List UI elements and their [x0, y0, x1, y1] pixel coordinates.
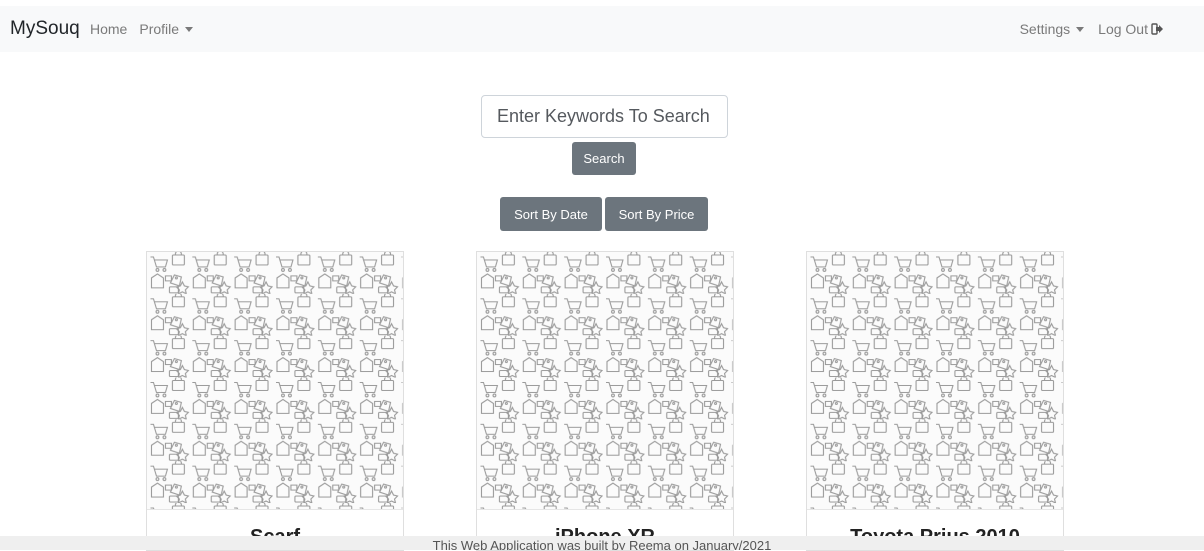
search-input[interactable] — [481, 95, 728, 138]
nav-logout-label: Log Out — [1098, 21, 1148, 37]
shopping-pattern-image[interactable] — [807, 252, 1063, 510]
nav-logout-link[interactable]: Log Out — [1098, 21, 1164, 37]
footer-text: This Web Application was built by Reema … — [432, 538, 772, 550]
nav-left: Home Profile — [90, 21, 194, 37]
footer: This Web Application was built by Reema … — [0, 536, 1204, 550]
navbar: MySouq Home Profile Settings Log Out — [0, 6, 1204, 52]
caret-down-icon — [185, 26, 194, 32]
product-card[interactable]: iPhone XR — [476, 251, 734, 551]
shopping-pattern-image[interactable] — [147, 252, 403, 510]
brand-logo[interactable]: MySouq — [10, 18, 80, 40]
shopping-pattern-image[interactable] — [477, 252, 733, 510]
product-card[interactable]: Toyota Prius 2010 — [806, 251, 1064, 551]
product-card[interactable]: Scarf — [146, 251, 404, 551]
sort-by-date-button[interactable]: Sort By Date — [500, 197, 602, 231]
nav-profile-dropdown[interactable]: Profile — [139, 21, 194, 37]
nav-settings-dropdown[interactable]: Settings — [1020, 21, 1085, 37]
nav-home-label: Home — [90, 21, 128, 37]
search-button[interactable]: Search — [572, 142, 636, 175]
nav-home-link[interactable]: Home — [90, 21, 127, 37]
nav-right: Settings Log Out — [1020, 21, 1164, 37]
sort-by-price-button[interactable]: Sort By Price — [605, 197, 708, 231]
nav-profile-label: Profile — [139, 21, 180, 37]
nav-settings-label: Settings — [1019, 21, 1071, 37]
sign-out-icon — [1151, 23, 1163, 35]
caret-down-icon — [1076, 26, 1085, 32]
